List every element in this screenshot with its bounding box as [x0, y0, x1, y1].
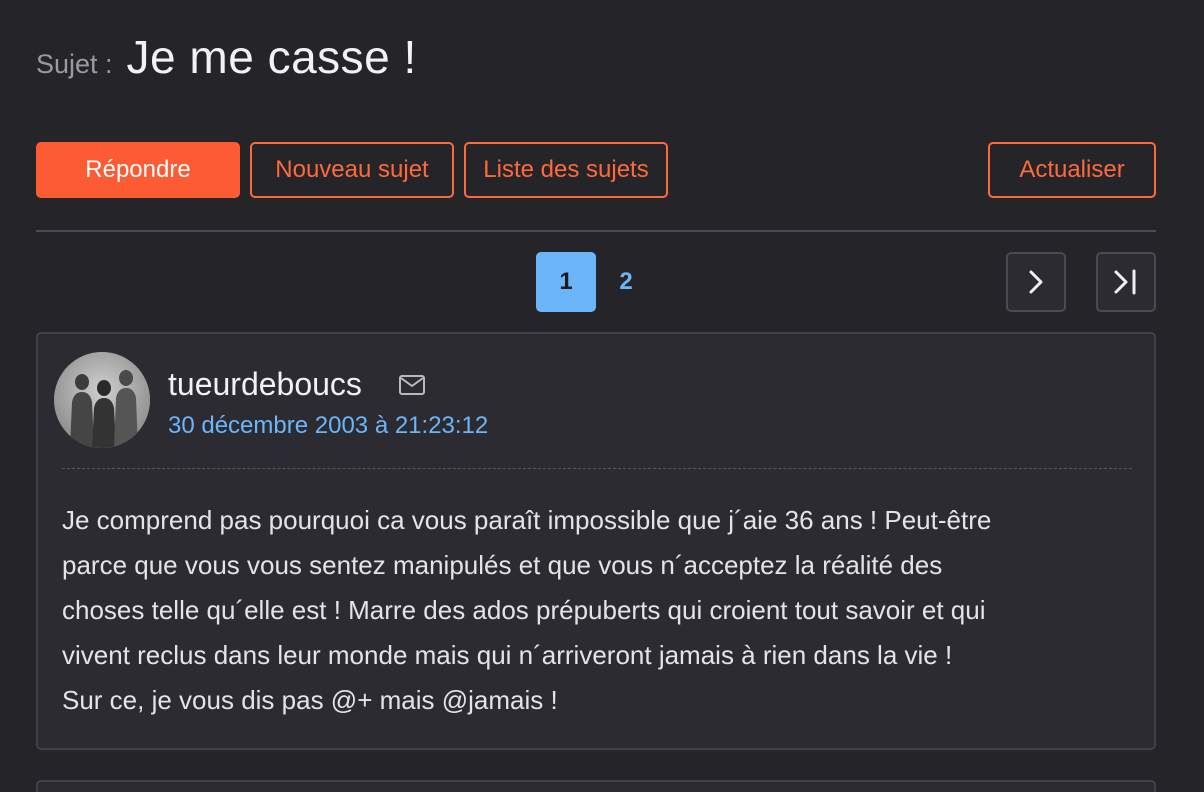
post-separator — [62, 468, 1132, 469]
next-post-card — [36, 780, 1156, 792]
forum-topic-page: Sujet : Je me casse ! Répondre Nouveau s… — [0, 0, 1204, 792]
post-date[interactable]: 30 décembre 2003 à 21:23:12 — [168, 412, 488, 440]
topic-toolbar: Répondre Nouveau sujet Liste des sujets … — [36, 142, 1156, 198]
post-line: Sur ce, je vous dis pas @+ mais @jamais … — [62, 685, 558, 715]
last-page-icon — [1114, 269, 1136, 295]
chevron-right-icon — [1029, 270, 1043, 294]
post-line: parce que vous vous sentez manipulés et … — [62, 550, 943, 580]
refresh-button[interactable]: Actualiser — [988, 142, 1156, 198]
post-author[interactable]: tueurdeboucs — [168, 366, 362, 403]
avatar-image — [54, 352, 150, 448]
topic-prefix: Sujet : — [36, 49, 113, 79]
avatar[interactable] — [54, 352, 150, 448]
last-page-button[interactable] — [1096, 252, 1156, 312]
topic-list-button[interactable]: Liste des sujets — [464, 142, 668, 198]
topic-header: Sujet : Je me casse ! — [36, 30, 417, 84]
post-line: Je comprend pas pourquoi ca vous paraît … — [62, 505, 992, 535]
reply-button[interactable]: Répondre — [36, 142, 240, 198]
post-line: choses telle qu´elle est ! Marre des ado… — [62, 595, 986, 625]
toolbar-divider — [36, 230, 1156, 232]
next-page-button[interactable] — [1006, 252, 1066, 312]
post-body: Je comprend pas pourquoi ca vous paraît … — [62, 498, 1142, 723]
mail-icon[interactable] — [398, 374, 426, 396]
forum-post: tueurdeboucs 30 décembre 2003 à 21:23:12… — [36, 332, 1156, 750]
new-topic-button[interactable]: Nouveau sujet — [250, 142, 454, 198]
post-line: vivent reclus dans leur monde mais qui n… — [62, 640, 953, 670]
page-title: Je me casse ! — [126, 31, 417, 83]
page-1-link[interactable]: 1 — [536, 252, 596, 312]
pagination: 1 2 — [36, 252, 1156, 312]
page-2-link[interactable]: 2 — [596, 252, 656, 312]
